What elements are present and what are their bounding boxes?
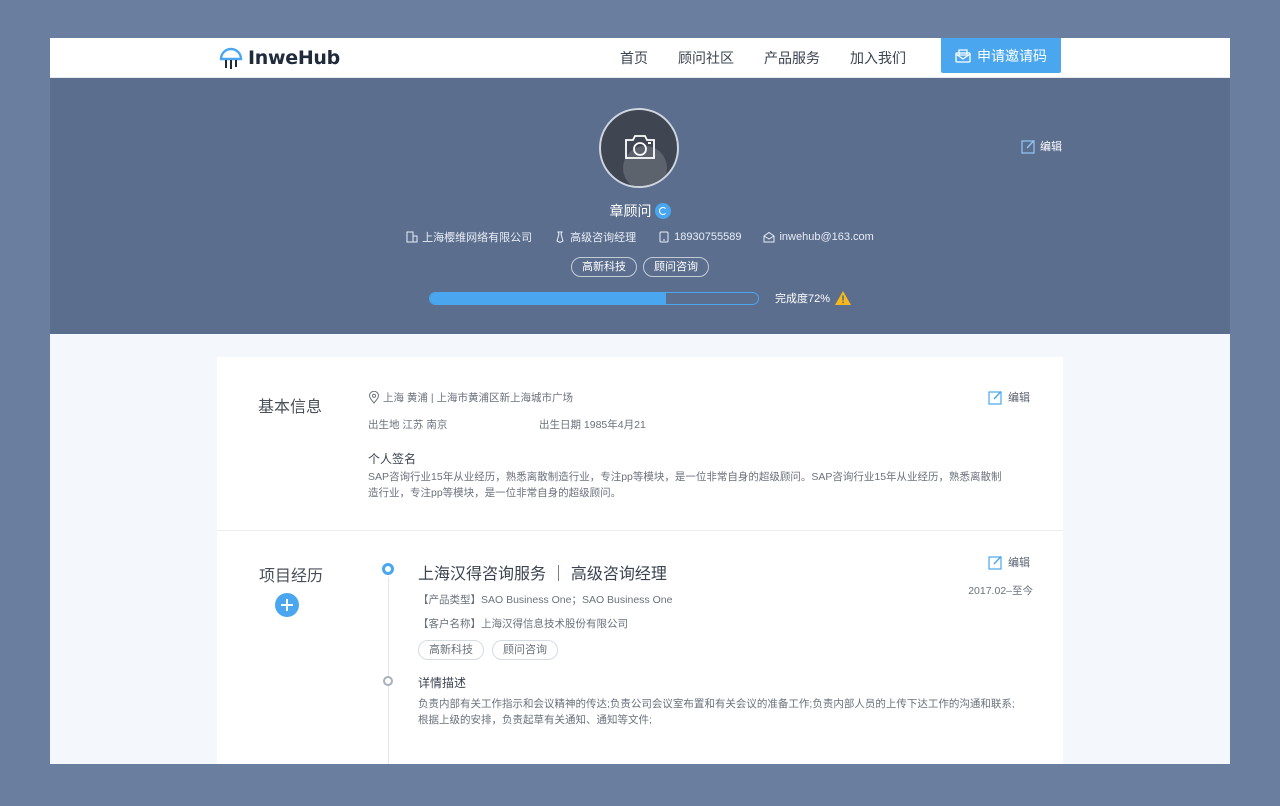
- detail-line: 根据上级的安排，负责起草有关通知、通知等文件;: [418, 714, 652, 726]
- timeline-dot-icon: [382, 563, 394, 575]
- avatar-upload[interactable]: [599, 108, 679, 188]
- warning-icon[interactable]: [834, 290, 852, 306]
- app-window: InweHub 首页 顾问社区 产品服务 加入我们 申请邀请码 编辑 章顾问 上…: [50, 38, 1230, 764]
- projects-title: 项目经历: [259, 568, 324, 585]
- project-tag[interactable]: 顾问咨询: [492, 640, 558, 660]
- address-row: 上海 黄浦 | 上海市黄浦区新上海城市广场: [368, 390, 573, 405]
- add-project-button[interactable]: [275, 593, 299, 617]
- job-title-text: 高级咨询经理: [570, 232, 637, 244]
- basic-info-edit-button[interactable]: 编辑: [988, 389, 1030, 405]
- request-invite-button[interactable]: 申请邀请码: [941, 38, 1061, 73]
- timeline-line: [388, 577, 389, 764]
- company-text: 上海樱维网络有限公司: [422, 232, 533, 244]
- camera-icon: [625, 135, 655, 159]
- project-date: 2017.02–至今: [968, 585, 1033, 597]
- phone-item: 18930755589: [658, 229, 741, 245]
- user-name: 章顾问: [609, 203, 652, 219]
- envelope-icon: [955, 48, 971, 63]
- title-item: 高级咨询经理: [554, 229, 636, 245]
- nav-links: 首页 顾问社区 产品服务 加入我们: [620, 38, 936, 78]
- project-edit-button[interactable]: 编辑: [988, 554, 1030, 570]
- phone-text: 18930755589: [674, 231, 742, 243]
- project-title: 上海汉得咨询服务 ｜ 高级咨询经理: [418, 566, 667, 583]
- section-divider: [217, 530, 1063, 531]
- progress-track: [429, 291, 759, 305]
- building-icon: [406, 231, 418, 243]
- birthday-text: 出生日期 1985年4月21: [539, 419, 646, 431]
- profile-detail-card: 基本信息 编辑 上海 黄浦 | 上海市黄浦区新上海城市广场 出生地 江苏 南京 …: [217, 357, 1063, 764]
- project-detail-text: 负责内部有关工作指示和会议精神的传达;负责公司会议室布置和有关会议的准备工作;负…: [418, 696, 1048, 728]
- profile-edit-button[interactable]: 编辑: [1021, 138, 1062, 154]
- nav-link-community[interactable]: 顾问社区: [678, 48, 734, 68]
- timeline-dot-icon: [383, 676, 393, 686]
- phone-icon: [659, 231, 669, 243]
- profile-meta: 上海樱维网络有限公司 高级咨询经理 18930755589 inwehub@16…: [50, 229, 1230, 245]
- signature-title: 个人签名: [368, 452, 417, 466]
- basic-info-title: 基本信息: [258, 399, 323, 416]
- nav-link-home[interactable]: 首页: [620, 48, 648, 68]
- detail-line: 负责内部有关工作指示和会议精神的传达;负责公司会议室布置和有关会议的准备工作;负…: [418, 698, 1015, 710]
- nav-link-products[interactable]: 产品服务: [764, 48, 820, 68]
- completion-label: 完成度72%: [775, 293, 831, 305]
- project-tag[interactable]: 高新科技: [418, 640, 484, 660]
- project-client: 【客户名称】上海汉得信息技术股份有限公司: [418, 618, 628, 630]
- company-item: 上海樱维网络有限公司: [406, 229, 532, 245]
- top-nav: InweHub 首页 顾问社区 产品服务 加入我们 申请邀请码: [50, 38, 1230, 78]
- birthplace-text: 出生地 江苏 南京: [368, 419, 448, 431]
- profile-header: 编辑 章顾问 上海樱维网络有限公司 高级咨询经理 18930755589 inw…: [50, 78, 1230, 334]
- project-product-type: 【产品类型】SAO Business One；SAO Business One: [418, 594, 673, 606]
- progress-fill: [430, 292, 667, 304]
- user-name-row: 章顾问: [50, 201, 1230, 221]
- location-pin-icon: [368, 391, 380, 404]
- detail-title: 详情描述: [418, 676, 467, 690]
- mail-icon: [763, 231, 775, 243]
- profile-tag[interactable]: 高新科技: [571, 257, 637, 277]
- logo[interactable]: InweHub: [218, 46, 340, 70]
- edit-icon: [1021, 139, 1035, 154]
- profile-tag[interactable]: 顾问咨询: [643, 257, 709, 277]
- tie-icon: [556, 231, 564, 243]
- email-item: inwehub@163.com: [763, 229, 874, 245]
- completion-progress: 完成度72%: [429, 290, 852, 306]
- logo-text: InweHub: [248, 47, 340, 69]
- project-edit-label: 编辑: [1008, 557, 1030, 569]
- email-text: inwehub@163.com: [779, 231, 874, 243]
- profile-edit-label: 编辑: [1040, 141, 1062, 153]
- signature-line: 造行业，专注pp等模块，是一位非常自身的超级顾问。: [368, 487, 622, 499]
- address-text: 上海 黄浦 | 上海市黄浦区新上海城市广场: [383, 392, 573, 404]
- verified-badge-icon: [654, 203, 671, 219]
- edit-icon: [988, 390, 1002, 405]
- basic-info-edit-label: 编辑: [1008, 392, 1030, 404]
- edit-icon: [988, 555, 1002, 570]
- jellyfish-logo-icon: [219, 47, 243, 69]
- request-invite-label: 申请邀请码: [977, 47, 1047, 64]
- signature-text: SAP咨询行业15年从业经历，熟悉离散制造行业，专注pp等模块，是一位非常自身的…: [368, 469, 1038, 501]
- signature-line: SAP咨询行业15年从业经历，熟悉离散制造行业，专注pp等模块，是一位非常自身的…: [368, 471, 1002, 483]
- profile-tags: 高新科技 顾问咨询: [50, 257, 1230, 277]
- nav-link-join[interactable]: 加入我们: [850, 48, 906, 68]
- project-tags: 高新科技 顾问咨询: [418, 640, 566, 660]
